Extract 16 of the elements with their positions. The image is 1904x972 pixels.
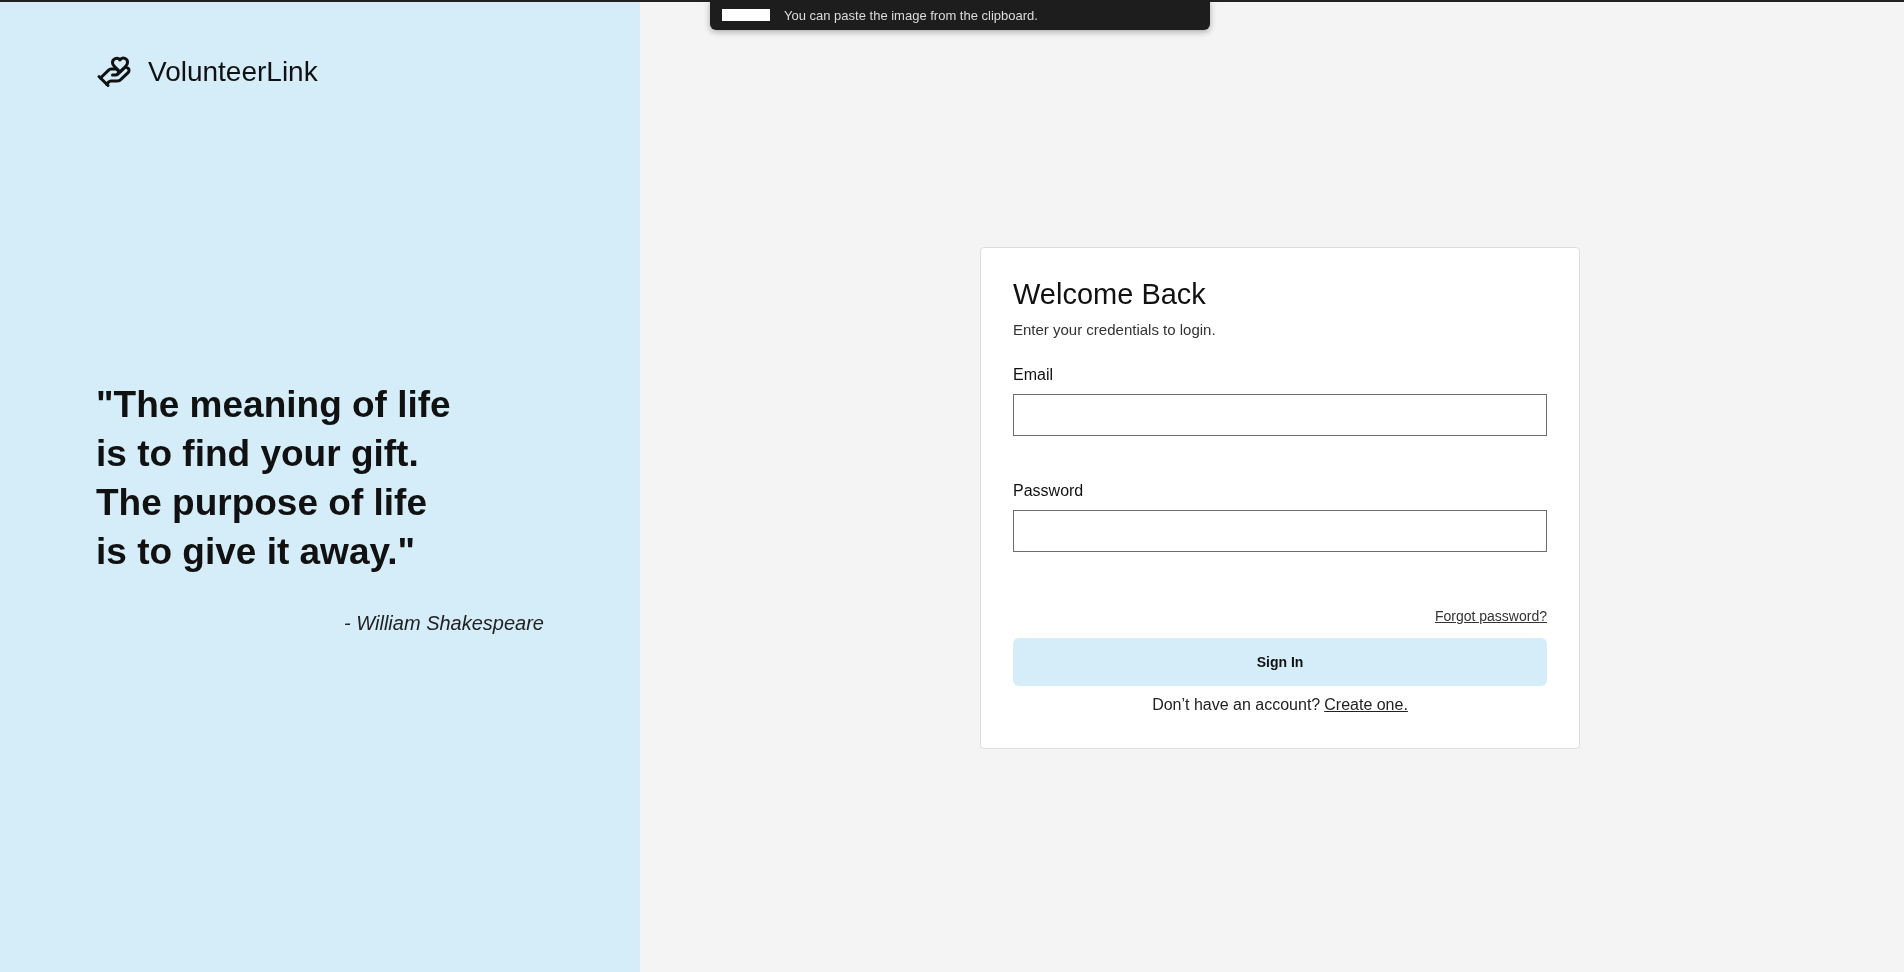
hand-heart-icon [96,54,132,90]
forgot-password-link[interactable]: Forgot password? [1434,608,1547,624]
input-field[interactable] [1013,394,1547,436]
input-field[interactable] [1013,510,1547,552]
image-thumbnail [722,9,770,21]
quote-text: "The meaning of life is to find your gift. The purpose of life is to give it away." [96,383,452,574]
quote-author: - William Shakespeare [344,612,544,635]
card-title: Welcome Back [1013,278,1207,311]
signup-prompt: Don’t have an account? [1152,696,1321,714]
brand-name: VolunteerLink [148,56,318,88]
toast-message: You can paste the image from the clipboard. [784,7,1038,23]
create-account-link[interactable]: Create one. [1324,696,1408,714]
sign-in-button[interactable]: Sign In [1013,638,1547,686]
field-label: Email [1013,366,1054,384]
field-label: Password [1013,482,1085,500]
card-subtitle: Enter your credentials to login. [1013,321,1217,338]
